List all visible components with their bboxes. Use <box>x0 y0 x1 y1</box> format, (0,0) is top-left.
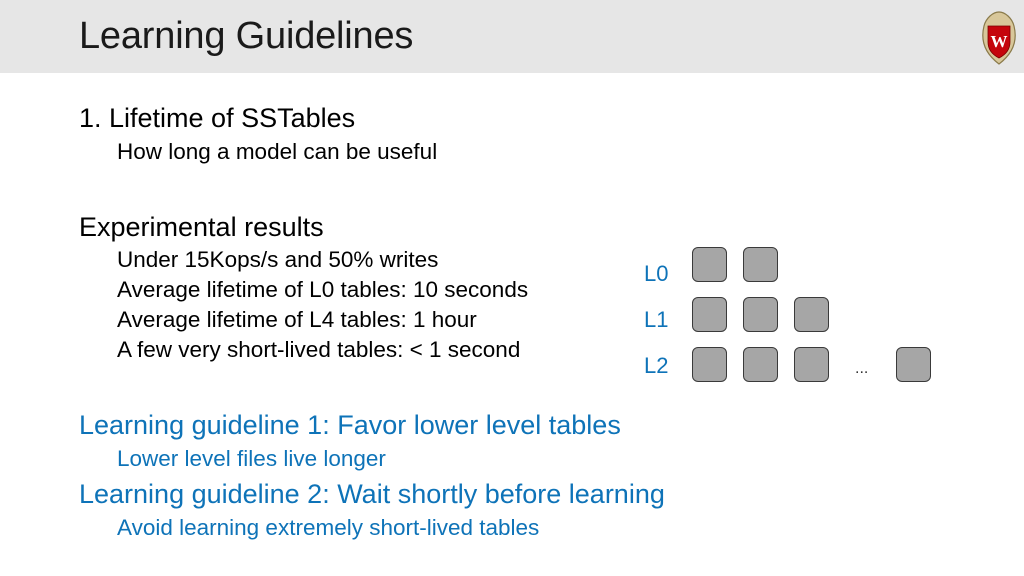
section2-heading: Experimental results <box>79 212 324 242</box>
guideline-1-heading: Learning guideline 1: Favor lower level … <box>79 410 621 440</box>
level-label-l1: L1 <box>644 307 669 332</box>
guideline-2-subtext: Avoid learning extremely short-lived tab… <box>117 515 540 540</box>
ellipsis: ... <box>855 360 869 377</box>
uw-crest-icon: W <box>982 11 1016 65</box>
result-item: A few very short-lived tables: < 1 secon… <box>117 337 521 362</box>
result-item: Under 15Kops/s and 50% writes <box>117 247 439 272</box>
guideline-1-subtext: Lower level files live longer <box>117 446 386 471</box>
sstable-box <box>743 347 778 382</box>
sstable-box <box>692 347 727 382</box>
sstable-box <box>794 297 829 332</box>
sstable-box <box>692 247 727 282</box>
header-bar: Learning Guidelines W <box>0 0 1024 73</box>
sstable-box <box>794 347 829 382</box>
sstable-box <box>743 297 778 332</box>
sstable-box <box>692 297 727 332</box>
level-label-l0: L0 <box>644 261 669 286</box>
svg-text:W: W <box>991 32 1008 51</box>
level-label-l2: L2 <box>644 353 669 378</box>
page-title: Learning Guidelines <box>79 15 414 57</box>
result-item: Average lifetime of L0 tables: 10 second… <box>117 277 529 302</box>
sstable-box <box>743 247 778 282</box>
result-item: Average lifetime of L4 tables: 1 hour <box>117 307 477 332</box>
section1-subtext: How long a model can be useful <box>117 139 438 164</box>
guideline-2-heading: Learning guideline 2: Wait shortly befor… <box>79 479 665 509</box>
sstable-box <box>896 347 931 382</box>
section1-heading: 1. Lifetime of SSTables <box>79 103 356 133</box>
